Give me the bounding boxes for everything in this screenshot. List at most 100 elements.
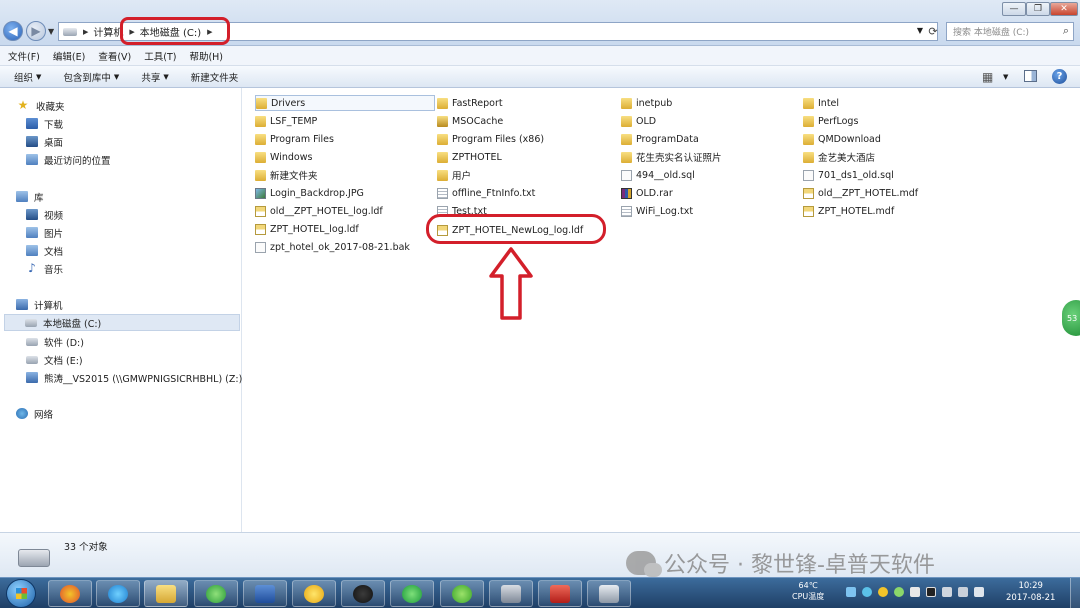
organize-button[interactable]: 组织 ▼	[14, 70, 41, 84]
file-item[interactable]: FastReport	[437, 95, 503, 111]
close-button[interactable]: ✕	[1050, 2, 1078, 16]
taskbar-app-calculator[interactable]	[587, 580, 631, 607]
maximize-button[interactable]: ❐	[1026, 2, 1050, 16]
file-item[interactable]: QMDownload	[803, 131, 881, 147]
nav-item-documents[interactable]: 文档	[26, 242, 63, 259]
taskbar-app-ie[interactable]	[96, 580, 140, 607]
show-desktop-button[interactable]	[1070, 578, 1080, 608]
drive-icon	[63, 27, 77, 36]
cpu-temperature[interactable]: 64℃ CPU温度	[792, 580, 824, 602]
start-button[interactable]	[6, 579, 36, 608]
nav-label: 最近访问的位置	[44, 155, 111, 167]
taskbar-app-browser[interactable]	[194, 580, 238, 607]
nav-item-downloads[interactable]: 下载	[26, 115, 63, 132]
input-method-icon[interactable]	[910, 587, 920, 597]
file-item[interactable]: zpt_hotel_ok_2017-08-21.bak	[255, 239, 410, 255]
menu-tools[interactable]: 工具(T)	[144, 49, 176, 63]
taskbar-app-wechat[interactable]	[440, 580, 484, 607]
include-library-button[interactable]: 包含到库中 ▼	[63, 70, 119, 84]
breadcrumb-computer[interactable]: 计算机	[93, 24, 123, 39]
clock[interactable]: 10:29 2017-08-21	[1006, 580, 1055, 604]
file-item[interactable]: LSF_TEMP	[255, 113, 317, 129]
chevron-down-icon[interactable]: ▼	[1003, 73, 1008, 81]
menu-file[interactable]: 文件(F)	[8, 49, 40, 63]
file-item[interactable]: Program Files	[255, 131, 334, 147]
nav-item-desktop[interactable]: 桌面	[26, 133, 63, 150]
file-item[interactable]: Windows	[255, 149, 312, 165]
menu-help[interactable]: 帮助(H)	[189, 49, 223, 63]
nav-computer[interactable]: 计算机	[16, 296, 63, 313]
taskbar-app-explorer[interactable]	[144, 580, 188, 607]
help-icon[interactable]: ?	[1052, 69, 1067, 84]
update-icon[interactable]	[894, 587, 904, 597]
taskbar-app-toolbox[interactable]	[538, 580, 582, 607]
folder-icon	[437, 151, 448, 163]
breadcrumb-separator-icon[interactable]: ▶	[83, 28, 88, 36]
file-item[interactable]: WiFi_Log.txt	[621, 203, 693, 219]
file-item[interactable]: OLD	[621, 113, 656, 129]
taskbar-app-music[interactable]	[292, 580, 336, 607]
file-item[interactable]: 金艺美大酒店	[803, 149, 875, 165]
menu-edit[interactable]: 编辑(E)	[53, 49, 85, 63]
nav-network[interactable]: 网络	[16, 405, 53, 422]
network-icon[interactable]	[958, 587, 968, 597]
monitor-icon[interactable]	[926, 587, 936, 597]
taskbar-app-word[interactable]	[243, 580, 287, 607]
back-button[interactable]: ◀	[3, 21, 23, 41]
nav-favorites[interactable]: ★ 收藏夹	[16, 97, 65, 114]
nav-item-pictures[interactable]: 图片	[26, 224, 63, 241]
nav-item-drive-d[interactable]: 软件 (D:)	[26, 333, 84, 350]
usb-icon[interactable]	[942, 587, 952, 597]
menu-view[interactable]: 查看(V)	[98, 49, 131, 63]
file-item[interactable]: Drivers	[255, 95, 435, 111]
nav-item-drive-e[interactable]: 文档 (E:)	[26, 351, 83, 368]
taskbar-app-player[interactable]	[390, 580, 434, 607]
taskbar-app-qq[interactable]	[341, 580, 385, 607]
shield-icon[interactable]	[846, 587, 856, 597]
volume-icon[interactable]	[974, 587, 984, 597]
search-icon[interactable]: ⌕	[1063, 24, 1069, 38]
floating-badge[interactable]: 53	[1062, 300, 1080, 336]
share-button[interactable]: 共享 ▼	[141, 70, 168, 84]
file-item[interactable]: ZPTHOTEL	[437, 149, 502, 165]
minimize-button[interactable]: —	[1002, 2, 1026, 16]
file-item[interactable]: ZPT_HOTEL_log.ldf	[255, 221, 359, 237]
file-item[interactable]: old__ZPT_HOTEL_log.ldf	[255, 203, 383, 219]
nav-item-drive-c[interactable]: 本地磁盘 (C:)	[4, 314, 240, 331]
file-item[interactable]: 701_ds1_old.sql	[803, 167, 894, 183]
file-item[interactable]: offline_FtnInfo.txt	[437, 185, 535, 201]
file-item[interactable]: Login_Backdrop.JPG	[255, 185, 364, 201]
file-item[interactable]: ZPT_HOTEL.mdf	[803, 203, 894, 219]
file-item[interactable]: old__ZPT_HOTEL.mdf	[803, 185, 918, 201]
file-item[interactable]: 用户	[437, 167, 471, 183]
file-item[interactable]: 494__old.sql	[621, 167, 695, 183]
nav-item-drive-z[interactable]: 熊涛__VS2015 (\\GMWPNIGSICRHBHL) (Z:)	[26, 369, 242, 386]
file-name: Intel	[818, 97, 840, 109]
security-icon[interactable]	[878, 587, 888, 597]
file-item[interactable]: inetpub	[621, 95, 672, 111]
file-item[interactable]: 新建文件夹	[255, 167, 318, 183]
file-item[interactable]: MSOCache	[437, 113, 503, 129]
nav-libraries[interactable]: 库	[16, 188, 44, 205]
nav-item-videos[interactable]: 视频	[26, 206, 63, 223]
nav-item-music[interactable]: ♪ 音乐	[26, 260, 63, 277]
history-dropdown-icon[interactable]: ▼	[48, 27, 54, 36]
file-item[interactable]: Intel	[803, 95, 839, 111]
taskbar-app-server[interactable]	[489, 580, 533, 607]
preview-pane-icon[interactable]	[1024, 70, 1037, 82]
new-folder-button[interactable]: 新建文件夹	[191, 70, 239, 84]
view-options-icon[interactable]: ▦	[982, 70, 993, 84]
search-input[interactable]: 搜索 本地磁盘 (C:) ⌕	[946, 22, 1074, 41]
cloud-icon[interactable]	[862, 587, 872, 597]
refresh-button[interactable]: ⟳	[924, 23, 942, 40]
forward-button[interactable]: ▶	[26, 21, 46, 41]
file-item[interactable]: OLD.rar	[621, 185, 673, 201]
documents-icon	[26, 245, 38, 256]
file-item[interactable]: 花生壳实名认证照片	[621, 149, 722, 165]
file-item[interactable]: ProgramData	[621, 131, 699, 147]
taskbar-app-360[interactable]	[48, 580, 92, 607]
file-item[interactable]: Program Files (x86)	[437, 131, 544, 147]
file-item[interactable]: PerfLogs	[803, 113, 858, 129]
address-dropdown-icon[interactable]: ▼	[917, 26, 923, 35]
nav-item-recent[interactable]: 最近访问的位置	[26, 151, 111, 168]
